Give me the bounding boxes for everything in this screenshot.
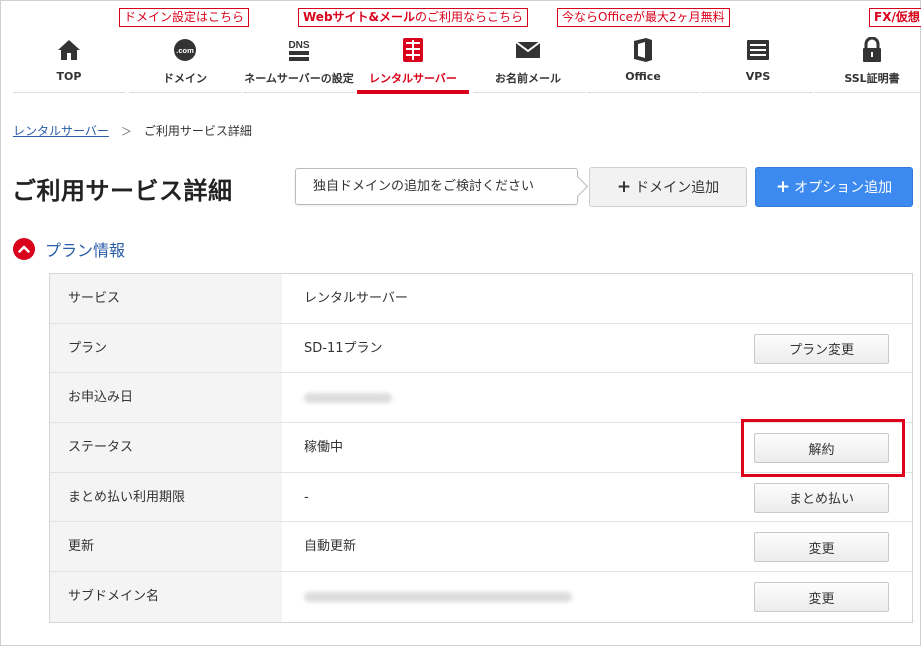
plan-info-header[interactable]: プラン情報 bbox=[13, 237, 125, 261]
row-key: サービス bbox=[50, 274, 282, 323]
callout-fx-text: FX/仮想 bbox=[874, 10, 920, 24]
page-title: ご利用サービス詳細 bbox=[12, 177, 233, 205]
dotcom-icon-text: .com bbox=[176, 46, 194, 55]
nav-label-dns: ネームサーバーの設定 bbox=[244, 72, 354, 85]
home-icon bbox=[57, 37, 81, 63]
plan-info-table: サービス レンタルサーバー プラン SD-11プラン プラン変更 お申込み日 ス… bbox=[49, 273, 913, 623]
callout-web-rest: のご利用ならこちら bbox=[415, 10, 524, 24]
add-domain-button[interactable]: + ドメイン追加 bbox=[589, 167, 747, 207]
nav-label-office: Office bbox=[625, 70, 661, 83]
table-row: プラン SD-11プラン プラン変更 bbox=[50, 323, 912, 374]
chevron-up-icon bbox=[13, 238, 35, 260]
vps-icon bbox=[746, 37, 770, 63]
table-row: 更新 自動更新 変更 bbox=[50, 522, 912, 573]
nav-item-top[interactable]: TOP bbox=[15, 37, 123, 93]
row-value: レンタルサーバー bbox=[304, 291, 408, 306]
cancel-contract-button[interactable]: 解約 bbox=[754, 433, 889, 464]
nav-item-office[interactable]: Office bbox=[587, 37, 699, 93]
dotcom-icon: .com bbox=[173, 37, 197, 63]
office-icon bbox=[632, 37, 654, 63]
change-renewal-button[interactable]: 変更 bbox=[754, 532, 889, 563]
nav-active-indicator bbox=[357, 90, 469, 94]
breadcrumb-current: ご利用サービス詳細 bbox=[143, 124, 252, 138]
nav-item-ssl[interactable]: SSL証明書 bbox=[815, 37, 921, 93]
nav-divider bbox=[473, 92, 585, 93]
nav-divider bbox=[13, 92, 125, 93]
nav-label-top: TOP bbox=[56, 70, 82, 83]
nav-label-mail: お名前メール bbox=[495, 72, 561, 85]
nav-item-domain[interactable]: .com ドメイン bbox=[129, 37, 241, 93]
nav-divider bbox=[815, 92, 921, 93]
breadcrumb: レンタルサーバー ＞ ご利用サービス詳細 bbox=[13, 122, 252, 139]
nav-label-domain: ドメイン bbox=[163, 72, 207, 85]
add-domain-label: ドメイン追加 bbox=[635, 180, 720, 196]
callout-fx[interactable]: FX/仮想 bbox=[869, 8, 921, 27]
row-key: お申込み日 bbox=[50, 373, 282, 423]
row-value-redacted bbox=[282, 373, 912, 422]
change-subdomain-button[interactable]: 変更 bbox=[754, 582, 889, 613]
row-key: 更新 bbox=[50, 522, 282, 572]
row-key: まとめ払い利用期限 bbox=[50, 472, 282, 522]
table-row: まとめ払い利用期限 - まとめ払い bbox=[50, 472, 912, 523]
row-key: ステータス bbox=[50, 423, 282, 472]
nav-label-ssl: SSL証明書 bbox=[844, 72, 900, 85]
nav-item-mail[interactable]: お名前メール bbox=[471, 37, 585, 93]
lock-icon bbox=[861, 37, 883, 63]
callout-web-mail[interactable]: Webサイト&メールのご利用ならこちら bbox=[298, 8, 529, 27]
bulk-payment-button[interactable]: まとめ払い bbox=[754, 482, 889, 513]
dns-icon: DNS bbox=[284, 37, 314, 63]
redacted-date bbox=[304, 392, 392, 403]
nav-label-rental-server: レンタルサーバー bbox=[369, 72, 457, 85]
table-row: ステータス 稼働中 解約 bbox=[50, 423, 912, 473]
table-row: サブドメイン名 変更 bbox=[50, 572, 912, 622]
table-row: お申込み日 bbox=[50, 373, 912, 424]
add-option-label: オプション追加 bbox=[794, 180, 893, 196]
plus-icon: + bbox=[616, 176, 632, 197]
callout-domain[interactable]: ドメイン設定はこちら bbox=[119, 8, 250, 27]
mail-icon bbox=[515, 37, 541, 63]
domain-suggestion-tooltip: 独自ドメインの追加をご検討ください bbox=[295, 168, 578, 205]
nav-divider bbox=[243, 92, 355, 93]
dns-icon-text: DNS bbox=[288, 40, 309, 51]
breadcrumb-link-rental-server[interactable]: レンタルサーバー bbox=[13, 122, 109, 139]
callout-office[interactable]: 今ならOfficeが最大2ヶ月無料 bbox=[557, 8, 730, 27]
callout-web-bold: Webサイト&メール bbox=[303, 10, 416, 24]
nav-divider bbox=[587, 92, 699, 93]
change-plan-button[interactable]: プラン変更 bbox=[754, 333, 889, 364]
nav-item-rental-server[interactable]: レンタルサーバー bbox=[357, 37, 469, 93]
breadcrumb-separator: ＞ bbox=[120, 124, 132, 138]
row-key: プラン bbox=[50, 323, 282, 373]
nav-divider bbox=[701, 92, 813, 93]
section-title: プラン情報 bbox=[45, 241, 126, 260]
add-option-button[interactable]: + オプション追加 bbox=[755, 167, 913, 207]
nav-item-vps[interactable]: VPS bbox=[701, 37, 815, 93]
redacted-subdomain bbox=[304, 591, 572, 602]
table-row: サービス レンタルサーバー bbox=[50, 274, 912, 324]
server-icon bbox=[401, 37, 425, 63]
nav-label-vps: VPS bbox=[745, 70, 771, 83]
plus-icon: + bbox=[775, 176, 791, 197]
global-nav: ドメイン設定はこちら Webサイト&メールのご利用ならこちら 今ならOffice… bbox=[1, 1, 921, 97]
nav-divider bbox=[129, 92, 241, 93]
row-key: サブドメイン名 bbox=[50, 572, 282, 622]
nav-item-dns[interactable]: DNS ネームサーバーの設定 bbox=[241, 37, 357, 93]
